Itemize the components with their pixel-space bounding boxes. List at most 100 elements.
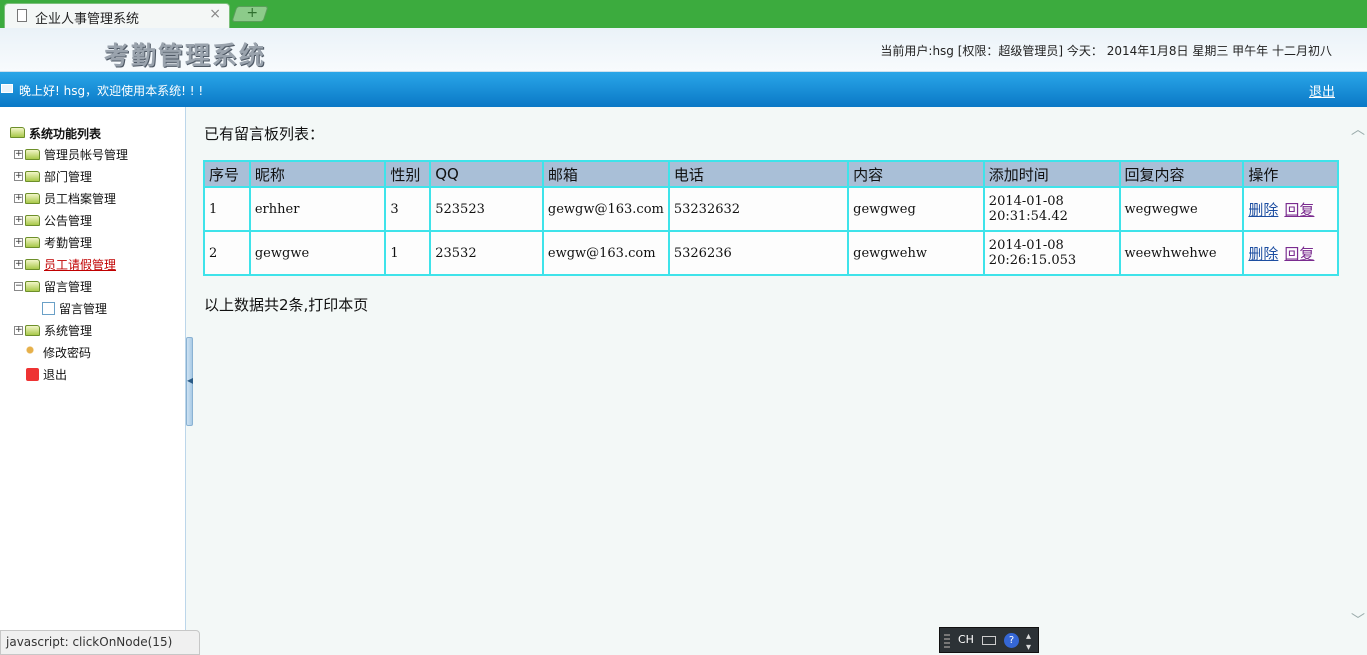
added-clock: 20:31:54.42 xyxy=(988,209,1068,224)
column-header: 操作 xyxy=(1242,160,1339,188)
table-row: 2 gewgwe 1 23532 ewgw@163.com 5326236 ge… xyxy=(203,230,1339,276)
added-date: 2014-01-08 xyxy=(988,194,1064,209)
cell-actions: 删除 回复 xyxy=(1242,186,1339,232)
cell-id: 1 xyxy=(203,186,251,232)
expand-icon[interactable]: + xyxy=(14,171,23,181)
column-header: 电话 xyxy=(667,160,850,188)
expand-icon[interactable]: + xyxy=(14,259,23,269)
table-row: 1 erhher 3 523523 gewgw@163.com 53232632… xyxy=(203,186,1339,232)
logout-link[interactable]: 退出 xyxy=(1309,81,1335,100)
sidebar-item-label: 部门管理 xyxy=(44,169,93,184)
reply-link[interactable]: 回复 xyxy=(1284,201,1314,219)
cell-gender: 3 xyxy=(384,186,432,232)
column-header: 回复内容 xyxy=(1118,160,1245,188)
sidebar-subitem-message-management[interactable]: 留言管理 xyxy=(42,299,107,317)
cell-id: 2 xyxy=(203,230,251,276)
welcome-message: 晚上好! hsg，欢迎使用本系统! ! ! xyxy=(19,84,204,98)
collapse-icon[interactable]: − xyxy=(14,281,23,291)
browser-tab-strip: 企业人事管理系统 × + xyxy=(0,0,1367,28)
cell-content: gewgwehw xyxy=(847,230,985,276)
chevron-down-icon[interactable]: ﹀ xyxy=(1351,610,1365,630)
sidebar-item-leave-requests[interactable]: + 员工请假管理 xyxy=(14,255,116,273)
column-header: 序号 xyxy=(203,160,251,188)
sidebar-item-attendance[interactable]: + 考勤管理 xyxy=(14,233,92,251)
sidebar-item-label: 考勤管理 xyxy=(44,235,93,250)
column-header: 性别 xyxy=(384,160,432,188)
cell-content: gewgweg xyxy=(847,186,985,232)
cell-added-time: 2014-01-08 20:31:54.42 xyxy=(982,186,1121,232)
cell-nickname: gewgwe xyxy=(248,230,387,276)
reply-link[interactable]: 回复 xyxy=(1284,245,1314,263)
cell-reply: weewhwehwe xyxy=(1118,230,1245,276)
sidebar-item-change-password[interactable]: 修改密码 xyxy=(26,343,91,361)
expand-icon[interactable]: + xyxy=(14,193,23,203)
new-tab-button[interactable]: + xyxy=(231,5,269,22)
column-header: 内容 xyxy=(847,160,985,188)
cell-qq: 23532 xyxy=(429,230,544,276)
message-table: 序号 昵称 性别 QQ 邮箱 电话 内容 添加时间 回复内容 操作 1 erhh… xyxy=(203,160,1339,276)
sidebar-item-announcements[interactable]: + 公告管理 xyxy=(14,211,92,229)
sidebar-item-admin-accounts[interactable]: + 管理员帐号管理 xyxy=(14,145,128,163)
close-tab-icon[interactable]: × xyxy=(209,6,221,22)
help-icon[interactable]: ? xyxy=(1004,633,1019,648)
folder-icon xyxy=(25,148,40,160)
keyboard-icon[interactable] xyxy=(982,636,996,645)
cell-gender: 1 xyxy=(384,230,432,276)
folder-icon xyxy=(25,192,40,204)
column-header: 邮箱 xyxy=(541,160,670,188)
chevron-up-icon[interactable]: ︿ xyxy=(1351,119,1365,139)
sidebar-item-label: 留言管理 xyxy=(44,279,93,294)
drag-grip-icon[interactable] xyxy=(944,634,950,648)
delete-link[interactable]: 删除 xyxy=(1248,201,1278,219)
sidebar-item-departments[interactable]: + 部门管理 xyxy=(14,167,92,185)
key-icon xyxy=(26,345,39,359)
sidebar-collapse-handle[interactable]: ◀ xyxy=(186,337,193,426)
record-count-note: 以上数据共2条,打印本页 xyxy=(204,296,369,314)
cell-added-time: 2014-01-08 20:26:15.053 xyxy=(982,230,1121,276)
ime-language[interactable]: CH xyxy=(958,633,974,646)
sidebar-item-exit[interactable]: 退出 xyxy=(26,365,67,383)
welcome-bar: 晚上好! hsg，欢迎使用本系统! ! ! 退出 xyxy=(0,72,1367,107)
folder-icon xyxy=(25,236,40,248)
sidebar-item-label: 系统管理 xyxy=(44,323,93,338)
folder-icon xyxy=(25,258,40,270)
open-folder-icon xyxy=(10,127,25,138)
vertical-scrollbar[interactable]: ︿ ﹀ xyxy=(1348,107,1367,630)
sidebar-item-label: 员工请假管理 xyxy=(44,257,117,272)
menu-icon[interactable]: ▴ ▾ xyxy=(1026,631,1031,653)
tab-title: 企业人事管理系统 xyxy=(35,12,140,27)
browser-status-bar: javascript: clickOnNode(15) xyxy=(0,630,200,655)
expand-icon[interactable]: + xyxy=(14,149,23,159)
tree-root-label: 系统功能列表 xyxy=(29,127,102,141)
delete-link[interactable]: 删除 xyxy=(1248,245,1278,263)
open-folder-icon xyxy=(25,280,40,292)
cell-email: ewgw@163.com xyxy=(541,230,670,276)
main-content: 已有留言板列表： 序号 昵称 性别 QQ 邮箱 电话 内容 添加时间 回复内容 … xyxy=(193,107,1348,630)
folder-icon xyxy=(25,324,40,336)
expand-icon[interactable]: + xyxy=(14,215,23,225)
sidebar-item-label: 员工档案管理 xyxy=(44,191,117,206)
column-header: 添加时间 xyxy=(982,160,1121,188)
cell-reply: wegwegwe xyxy=(1118,186,1245,232)
cell-phone: 5326236 xyxy=(667,230,850,276)
plus-icon: + xyxy=(246,5,259,21)
tree-root[interactable]: 系统功能列表 xyxy=(10,125,101,142)
note-icon xyxy=(42,301,55,315)
sidebar-item-label: 管理员帐号管理 xyxy=(44,147,129,162)
sidebar-item-label: 留言管理 xyxy=(59,301,108,316)
sidebar-item-employee-records[interactable]: + 员工档案管理 xyxy=(14,189,116,207)
current-user-info: 当前用户:hsg [权限：超级管理员] 今天： 2014年1月8日 星期三 甲午… xyxy=(880,44,1332,58)
added-date: 2014-01-08 xyxy=(988,238,1064,253)
expand-icon[interactable]: + xyxy=(14,237,23,247)
table-header-row: 序号 昵称 性别 QQ 邮箱 电话 内容 添加时间 回复内容 操作 xyxy=(203,160,1339,188)
column-header: 昵称 xyxy=(248,160,387,188)
folder-icon xyxy=(25,170,40,182)
column-header: QQ xyxy=(429,160,544,188)
sidebar-item-messages[interactable]: − 留言管理 xyxy=(14,277,92,295)
expand-icon[interactable]: + xyxy=(14,325,23,335)
app-header: 考勤管理系统 当前用户:hsg [权限：超级管理员] 今天： 2014年1月8日… xyxy=(0,28,1367,72)
status-text: javascript: clickOnNode(15) xyxy=(6,635,173,649)
browser-tab[interactable]: 企业人事管理系统 × xyxy=(4,3,230,28)
sidebar-item-system[interactable]: + 系统管理 xyxy=(14,321,92,339)
ime-toolbar[interactable]: CH ? ▴ ▾ xyxy=(939,627,1039,653)
